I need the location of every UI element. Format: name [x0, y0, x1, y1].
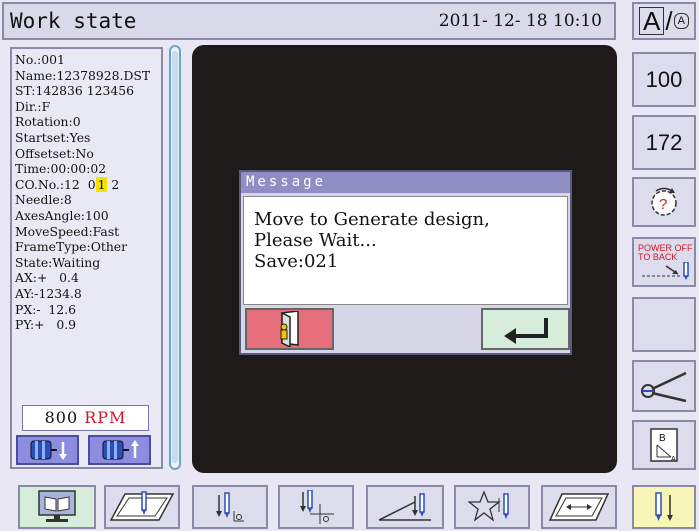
- monitor-book-icon: [38, 490, 76, 522]
- dialog-line-3: Save:021: [254, 251, 339, 272]
- value-100-button[interactable]: 100: [632, 52, 696, 107]
- info-rotation: Rotation:0: [15, 114, 81, 130]
- frame-b-label: B: [659, 433, 666, 444]
- case-small-label: A: [673, 13, 689, 29]
- info-ay: AY:-1234.8: [15, 285, 82, 301]
- blank-right-button[interactable]: [632, 297, 696, 352]
- needle-slope-icon: [378, 493, 431, 521]
- help-button[interactable]: ?: [632, 177, 696, 227]
- title-bar: Work state 2011- 12- 18 10:10: [2, 2, 616, 40]
- needle-updown-icon: [655, 492, 673, 521]
- info-no: No.:001: [15, 52, 65, 67]
- date-time: 2011- 12- 18 10:10: [438, 11, 602, 31]
- value-100-label: 100: [645, 66, 683, 92]
- speed-up-button[interactable]: [88, 435, 151, 465]
- scissors-button[interactable]: [632, 360, 696, 412]
- monitor-button[interactable]: [18, 485, 96, 529]
- power-off-to-back-button[interactable]: POWER OFF TO BACK: [632, 237, 696, 287]
- case-toggle-button[interactable]: A / A: [632, 2, 696, 40]
- value-172-button[interactable]: 172: [632, 115, 696, 170]
- info-axes-angle: AxesAngle:100: [15, 207, 109, 223]
- exit-door-icon: [280, 311, 299, 347]
- info-st: ST:142836 123456: [15, 83, 135, 99]
- co-selected: 1: [95, 176, 108, 192]
- needle-updown-button[interactable]: [632, 485, 696, 529]
- dialog-title: Message: [241, 172, 570, 193]
- needle-origin-icon: [216, 492, 244, 522]
- needle-cross-button[interactable]: [278, 485, 354, 529]
- info-move-speed: MoveSpeed:Fast: [15, 223, 120, 239]
- co-prefix: CO.No.:12 0: [15, 176, 96, 192]
- scissors-icon: [641, 371, 687, 403]
- page-title: Work state: [10, 9, 137, 33]
- info-dir: Dir.:F: [15, 98, 51, 114]
- help-timer-icon: ?: [651, 187, 677, 216]
- case-separator: /: [665, 5, 673, 36]
- scrollbar-thumb[interactable]: [172, 51, 178, 463]
- star-needle-button[interactable]: [454, 485, 530, 529]
- info-offsetset: Offsetset:No: [15, 145, 94, 161]
- frame-ab-button[interactable]: B A: [632, 420, 696, 470]
- needle-slope-button[interactable]: [366, 485, 444, 529]
- spool-down-icon: [30, 440, 67, 460]
- needle-cross-icon: [300, 490, 334, 524]
- message-dialog: Message Move to Generate design, Please …: [239, 170, 572, 355]
- speed-unit: RPM: [84, 408, 127, 427]
- dialog-cancel-button[interactable]: [245, 308, 334, 350]
- value-172-label: 172: [645, 129, 683, 155]
- spool-up-icon: [102, 440, 139, 460]
- help-glyph: ?: [659, 196, 667, 213]
- info-name: Name:12378928.DST: [15, 67, 151, 83]
- vertical-scrollbar[interactable]: [169, 45, 181, 470]
- dialog-line-1: Move to Generate design,: [254, 209, 490, 230]
- info-px: PX:- 12.6: [15, 301, 76, 317]
- info-needle: Needle:8: [15, 192, 72, 208]
- info-frame-type: FrameType:Other: [15, 239, 128, 255]
- info-startset: Startset:Yes: [15, 129, 91, 145]
- frame-outline-button[interactable]: [541, 485, 617, 529]
- speed-down-button[interactable]: [16, 435, 79, 465]
- frame-a-label: A: [671, 456, 676, 463]
- dialog-message: Move to Generate design, Please Wait... …: [243, 196, 568, 305]
- dialog-confirm-button[interactable]: [481, 308, 570, 350]
- case-big-label: A: [639, 7, 665, 35]
- frame-needle-icon: [109, 491, 175, 521]
- speed-display: 800 RPM: [22, 405, 149, 431]
- needle-return-icon: [642, 262, 689, 280]
- info-panel: No.:001 Name:12378928.DST ST:142836 1234…: [10, 47, 163, 469]
- co-suffix: 2: [107, 176, 120, 192]
- info-co-no: CO.No.:12 01 2: [15, 176, 158, 193]
- info-ax: AX:+ 0.4: [15, 270, 79, 286]
- speed-value: 800: [44, 408, 79, 427]
- star-needle-icon: [468, 490, 509, 522]
- frame-outline-icon: [548, 493, 610, 521]
- info-state: State:Waiting: [15, 254, 101, 270]
- frame-ab-icon: B A: [650, 428, 678, 463]
- enter-arrow-icon: [503, 318, 548, 344]
- needle-origin-button[interactable]: [192, 485, 268, 529]
- power-off-line-2: TO BACK: [638, 252, 678, 262]
- info-py: PY:+ 0.9: [15, 317, 77, 333]
- dialog-line-2: Please Wait...: [254, 230, 377, 251]
- frame-needle-button[interactable]: [104, 485, 180, 529]
- info-time: Time:00:00:02: [15, 161, 107, 177]
